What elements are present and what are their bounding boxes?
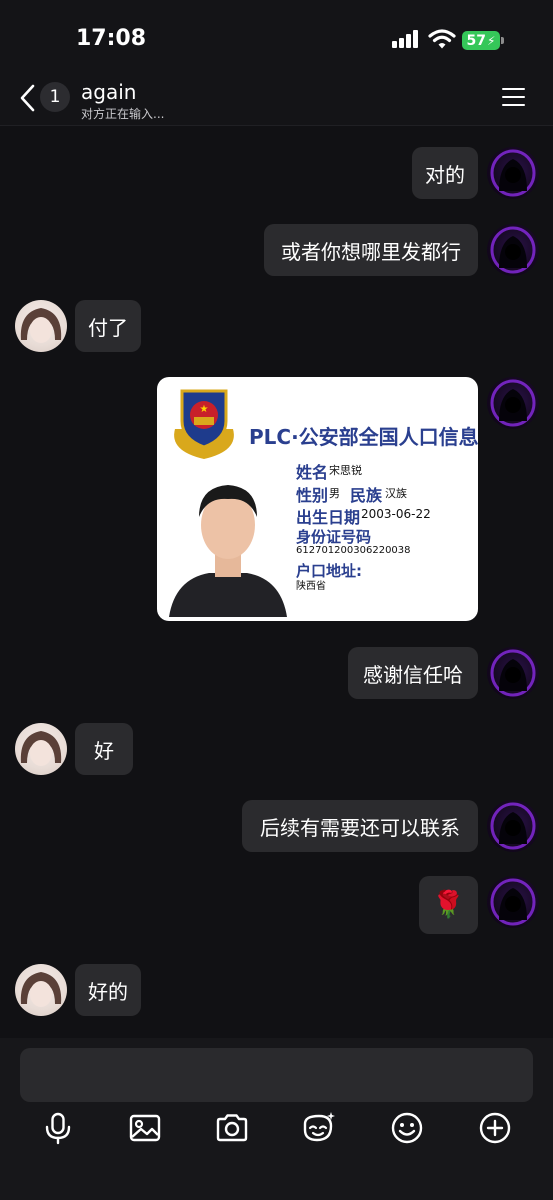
hooded-figure-icon — [490, 878, 536, 926]
contact-photo — [20, 972, 62, 1007]
charging-bolt-icon: ⚡ — [487, 33, 496, 48]
my-avatar[interactable] — [487, 377, 539, 429]
id-number-label: 身份证号码 — [296, 528, 372, 546]
message-bubble-sent[interactable]: 对的 — [412, 147, 478, 199]
contact-avatar[interactable] — [15, 723, 67, 775]
message-bubble-sent[interactable]: 后续有需要还可以联系 — [242, 800, 478, 852]
message-input[interactable] — [20, 1048, 533, 1102]
battery-tip — [501, 37, 504, 44]
battery-indicator: 57 ⚡ — [462, 31, 500, 50]
dob-value: 2003-06-22 — [361, 507, 431, 521]
contact-avatar[interactable] — [15, 300, 67, 352]
my-avatar[interactable] — [487, 647, 539, 699]
svg-text:★: ★ — [200, 404, 209, 415]
address-value: 陕西省 — [296, 581, 326, 592]
typing-status: 对方正在输入... — [81, 107, 165, 121]
plus-icon[interactable] — [477, 1110, 513, 1146]
my-avatar[interactable] — [487, 147, 539, 199]
gender-label: 性别 — [296, 486, 329, 505]
gender-value: 男 — [329, 487, 340, 500]
status-time: 17:08 — [76, 26, 147, 51]
contact-photo — [20, 308, 62, 343]
menu-icon[interactable] — [502, 88, 526, 108]
input-area — [0, 1038, 553, 1200]
message-bubble-received[interactable]: 好的 — [75, 964, 141, 1016]
wifi-icon — [428, 29, 456, 49]
message-bubble-received[interactable]: 好 — [75, 723, 133, 775]
battery-level: 57 — [466, 32, 487, 49]
message-bubble-sent[interactable]: 感谢信任哈 — [348, 647, 478, 699]
id-number-value: 612701200306220038 — [296, 545, 411, 556]
hooded-figure-icon — [490, 226, 536, 274]
unread-count-badge[interactable]: 1 — [40, 82, 70, 112]
sticker-icon[interactable] — [301, 1110, 337, 1146]
hooded-figure-icon — [490, 379, 536, 427]
ethnicity-value: 汉族 — [385, 487, 407, 500]
status-bar: 17:08 57 ⚡ — [0, 0, 553, 78]
my-avatar[interactable] — [487, 876, 539, 928]
id-card-image[interactable]: ★ PLC·公安部全国人口信息库 姓名 宋思锐 性别 男 民族 汉族 出生日期 … — [157, 377, 478, 621]
card-title: PLC·公安部全国人口信息库 — [249, 425, 478, 449]
my-avatar[interactable] — [487, 800, 539, 852]
contact-photo — [20, 731, 62, 766]
message-bubble-sent[interactable]: 或者你想哪里发都行 — [264, 224, 478, 276]
hooded-figure-icon — [490, 649, 536, 697]
message-bubble-received[interactable]: 付了 — [75, 300, 141, 352]
name-value: 宋思锐 — [329, 464, 362, 477]
back-arrow-icon[interactable] — [14, 82, 42, 114]
chat-title: again — [81, 80, 137, 104]
id-photo — [169, 485, 287, 617]
hooded-figure-icon — [490, 149, 536, 197]
camera-icon[interactable] — [214, 1110, 250, 1146]
dob-label: 出生日期 — [296, 508, 361, 527]
name-label: 姓名 — [296, 463, 329, 482]
ethnicity-label: 民族 — [350, 486, 383, 505]
message-bubble-emoji[interactable]: 🌹 — [419, 876, 478, 934]
contact-avatar[interactable] — [15, 964, 67, 1016]
police-emblem-icon: ★ — [174, 389, 234, 459]
hooded-figure-icon — [490, 802, 536, 850]
emoji-icon[interactable] — [389, 1110, 425, 1146]
microphone-icon[interactable] — [40, 1110, 76, 1146]
cellular-signal-icon — [392, 30, 420, 48]
my-avatar[interactable] — [487, 224, 539, 276]
image-icon[interactable] — [127, 1110, 163, 1146]
chat-header: 1 again 对方正在输入... — [0, 78, 553, 126]
